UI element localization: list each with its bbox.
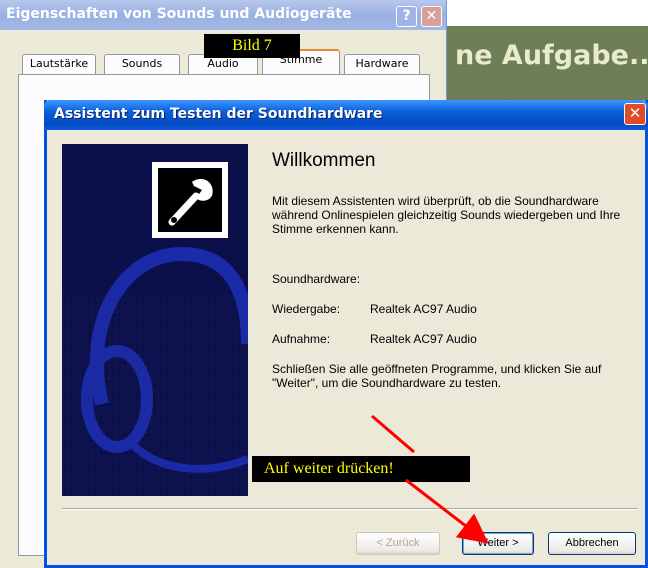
arrow-line-upper <box>371 414 415 454</box>
annotation-arrow <box>371 414 489 544</box>
arrow-line-lower <box>405 478 489 544</box>
